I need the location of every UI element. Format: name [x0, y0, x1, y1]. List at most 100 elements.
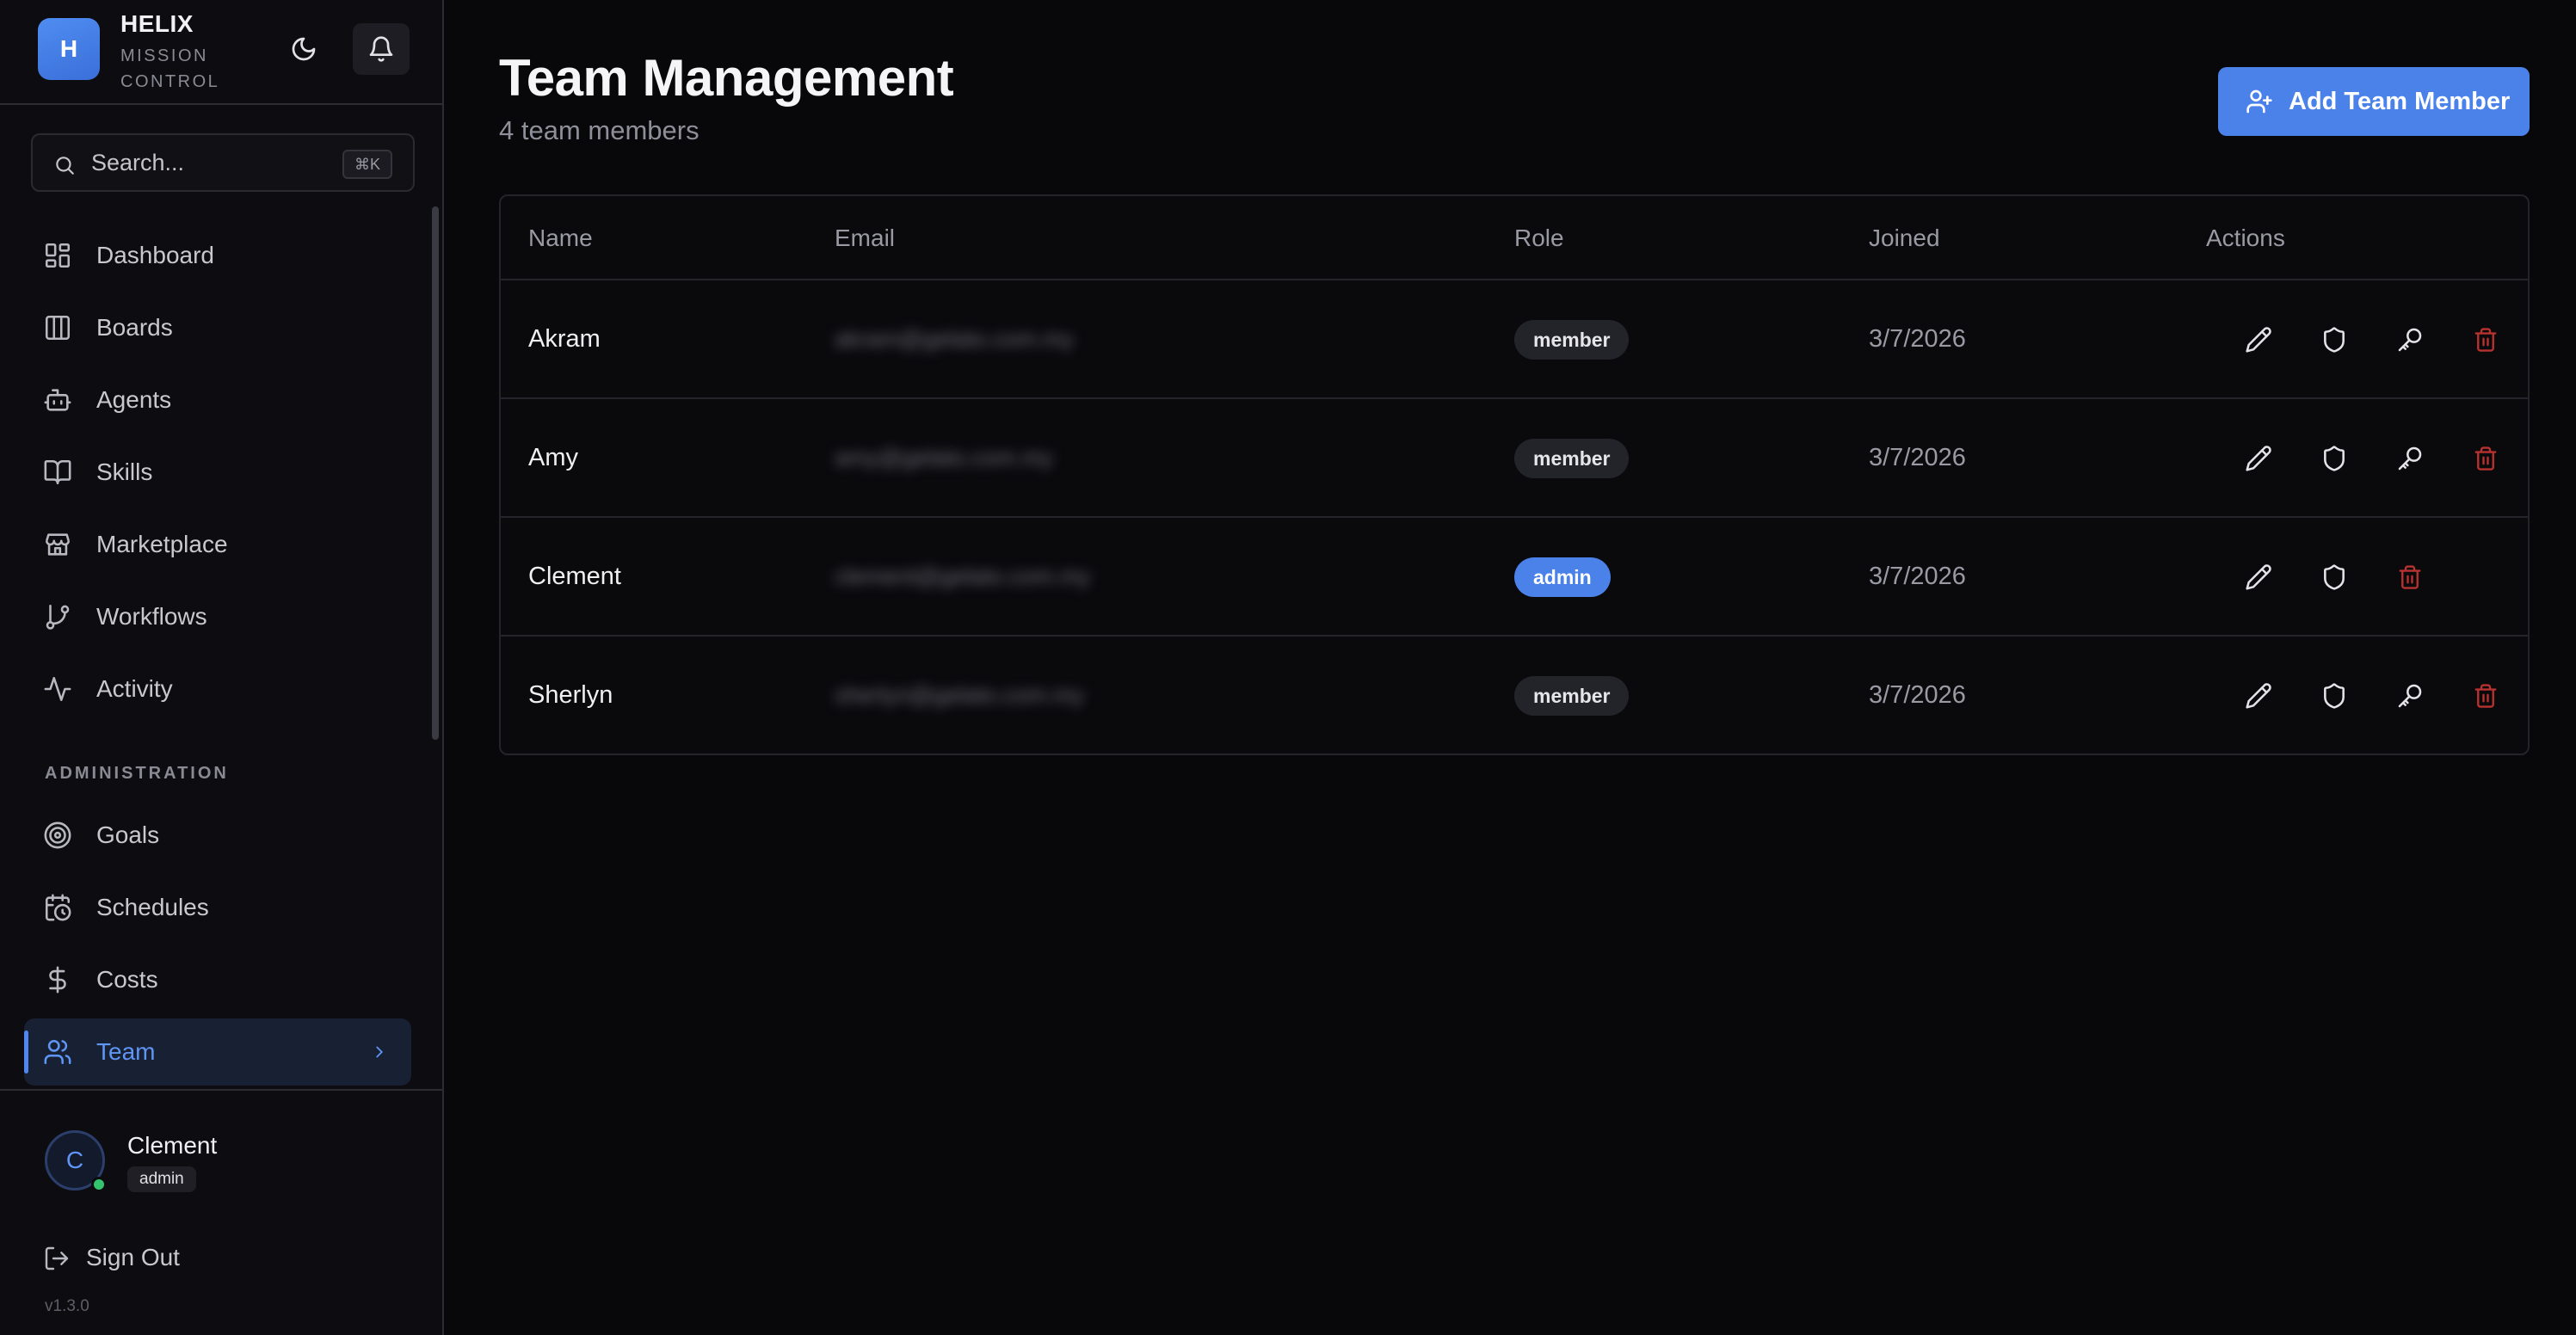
sidebar-item-label: Costs — [96, 966, 158, 993]
trash-icon — [2474, 446, 2497, 471]
reset-password-button[interactable] — [2390, 439, 2430, 478]
role-badge: admin — [1514, 557, 1611, 597]
sidebar-item-goals[interactable]: Goals — [24, 802, 411, 869]
bot-icon — [44, 389, 71, 411]
sidebar-item-activity[interactable]: Activity — [24, 655, 411, 723]
member-email: amy@gelato.com.my — [835, 445, 1053, 471]
add-team-member-button[interactable]: Add Team Member — [2218, 67, 2530, 136]
sidebar-item-skills[interactable]: Skills — [24, 439, 411, 506]
search-shortcut-hint: ⌘K — [342, 150, 392, 179]
store-icon — [45, 533, 71, 556]
sidebar-item-label: Activity — [96, 675, 173, 702]
reset-password-button[interactable] — [2390, 320, 2430, 360]
dashboard-icon — [45, 243, 71, 268]
edit-member-button[interactable] — [2239, 676, 2278, 716]
table-row: Akram akram@gelato.com.my member 3/7/202… — [501, 279, 2528, 397]
sidebar-item-dashboard[interactable]: Dashboard — [24, 222, 411, 289]
user-plus-icon — [2246, 89, 2272, 114]
trash-icon — [2399, 565, 2421, 589]
column-header-joined: Joined — [1869, 225, 1940, 251]
sidebar-item-schedules[interactable]: Schedules — [24, 874, 411, 941]
key-icon — [2398, 328, 2422, 352]
joined-date: 3/7/2026 — [1869, 681, 1966, 709]
sidebar-item-label: Dashboard — [96, 242, 214, 268]
search-box[interactable]: ⌘K — [31, 133, 415, 192]
role-badge: member — [1514, 320, 1630, 360]
column-header-actions: Actions — [2206, 225, 2285, 251]
add-team-member-label: Add Team Member — [2289, 88, 2511, 115]
pencil-icon — [2246, 327, 2271, 353]
delete-member-button[interactable] — [2466, 676, 2505, 716]
member-name: Akram — [528, 325, 601, 353]
chevron-right-icon — [376, 1046, 384, 1058]
team-table: Name Email Role Joined Actions Akram akr… — [499, 194, 2530, 755]
delete-member-button[interactable] — [2466, 320, 2505, 360]
notifications-button[interactable] — [353, 23, 410, 75]
edit-member-button[interactable] — [2239, 557, 2278, 597]
pencil-icon — [2246, 683, 2271, 709]
administration-section-label: ADMINISTRATION — [45, 764, 229, 783]
column-header-name: Name — [528, 225, 593, 251]
delete-member-button[interactable] — [2466, 439, 2505, 478]
app-logo[interactable]: H — [38, 18, 100, 80]
theme-toggle-button[interactable] — [275, 23, 332, 75]
dollar-icon — [49, 966, 66, 994]
book-icon — [44, 459, 71, 485]
delete-member-button[interactable] — [2390, 557, 2430, 597]
online-status-indicator — [91, 1177, 107, 1192]
shield-icon — [2324, 564, 2345, 590]
shield-icon — [2324, 327, 2345, 353]
sidebar-item-label: Team — [96, 1038, 156, 1065]
columns-icon — [45, 315, 71, 341]
trash-icon — [2474, 328, 2497, 352]
sidebar-item-boards[interactable]: Boards — [24, 294, 411, 361]
joined-date: 3/7/2026 — [1869, 444, 1966, 471]
permissions-button[interactable] — [2314, 320, 2354, 360]
joined-date: 3/7/2026 — [1869, 325, 1966, 353]
sidebar-item-label: Skills — [96, 458, 153, 485]
sidebar-item-costs[interactable]: Costs — [24, 946, 411, 1013]
role-badge: member — [1514, 676, 1630, 716]
shield-icon — [2324, 683, 2345, 709]
bell-icon — [369, 36, 393, 62]
member-email: akram@gelato.com.my — [835, 326, 1074, 352]
member-count: 4 team members — [499, 115, 699, 145]
reset-password-button[interactable] — [2390, 676, 2430, 716]
sidebar-item-team[interactable]: Team — [24, 1018, 411, 1086]
permissions-button[interactable] — [2314, 557, 2354, 597]
edit-member-button[interactable] — [2239, 439, 2278, 478]
sidebar-scrollbar[interactable] — [432, 206, 439, 740]
edit-member-button[interactable] — [2239, 320, 2278, 360]
calendar-clock-icon — [45, 894, 71, 921]
sidebar-item-label: Workflows — [96, 603, 207, 630]
member-email: clement@gelato.com.my — [835, 563, 1091, 589]
member-name: Sherlyn — [528, 681, 613, 709]
trash-icon — [2474, 684, 2497, 708]
sidebar-item-label: Goals — [96, 821, 160, 848]
sidebar: H HELIX MISSION CONTROL ⌘K Dashboard Boa… — [0, 0, 444, 1335]
sidebar-item-workflows[interactable]: Workflows — [24, 583, 411, 650]
user-role-badge: admin — [127, 1166, 196, 1192]
git-branch-icon — [46, 604, 70, 630]
permissions-button[interactable] — [2314, 676, 2354, 716]
search-icon — [56, 157, 74, 175]
user-profile: C Clement admin Sign Out v1.3.0 — [0, 1089, 442, 1335]
sidebar-item-label: Schedules — [96, 894, 209, 920]
sidebar-item-label: Boards — [96, 314, 173, 341]
users-icon — [44, 1039, 71, 1065]
permissions-button[interactable] — [2314, 439, 2354, 478]
shield-icon — [2324, 446, 2345, 471]
target-icon — [44, 821, 71, 849]
sign-out-button[interactable]: Sign Out — [34, 1232, 293, 1283]
sidebar-item-label: Marketplace — [96, 531, 228, 557]
pencil-icon — [2246, 446, 2271, 471]
pencil-icon — [2246, 564, 2271, 590]
user-name: Clement — [127, 1132, 218, 1159]
sidebar-item-marketplace[interactable]: Marketplace — [24, 511, 411, 578]
app-version: v1.3.0 — [45, 1297, 89, 1315]
column-header-role: Role — [1514, 225, 1564, 251]
table-row: Sherlyn sherlyn@gelato.com.my member 3/7… — [501, 635, 2528, 754]
page-title: Team Management — [499, 49, 954, 107]
sidebar-item-agents[interactable]: Agents — [24, 366, 411, 434]
search-input[interactable] — [91, 147, 349, 178]
